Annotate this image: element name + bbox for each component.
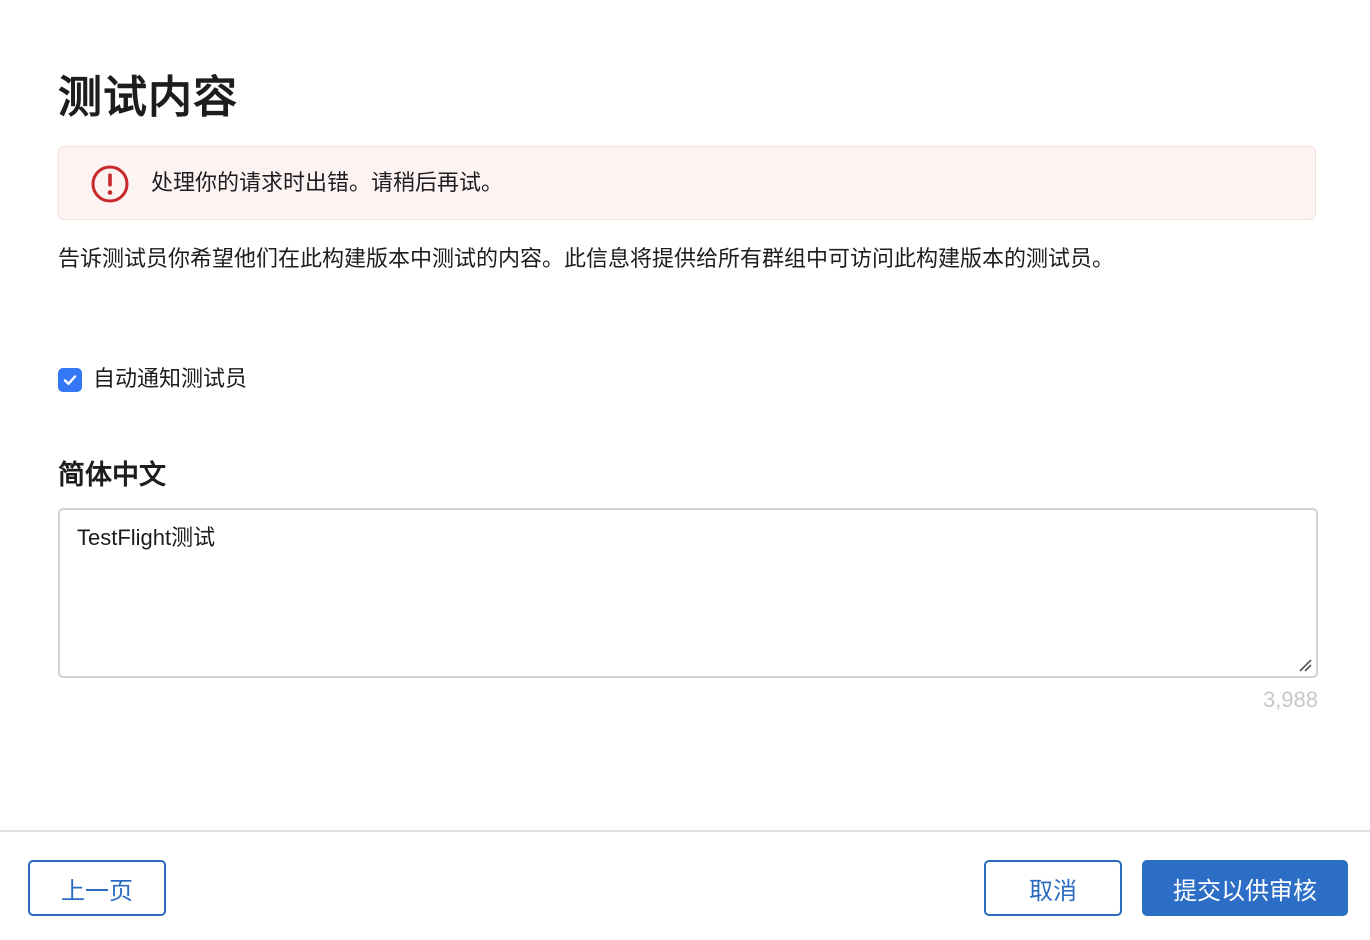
- error-banner: 处理你的请求时出错。请稍后再试。: [58, 146, 1316, 220]
- previous-page-button[interactable]: 上一页: [28, 860, 166, 916]
- footer-divider: [0, 830, 1370, 832]
- notify-testers-row[interactable]: 自动通知测试员: [58, 362, 247, 398]
- notify-testers-label[interactable]: 自动通知测试员: [93, 365, 247, 395]
- checkmark-icon: [63, 375, 77, 385]
- notify-testers-checkbox[interactable]: [58, 368, 82, 392]
- resize-handle-icon[interactable]: [1298, 658, 1312, 672]
- locale-label: 简体中文: [58, 460, 166, 491]
- cancel-button[interactable]: 取消: [984, 860, 1122, 916]
- exclamation-circle-icon: [91, 165, 129, 203]
- submit-for-review-button[interactable]: 提交以供审核: [1142, 860, 1348, 916]
- character-counter: 3,988: [1262, 687, 1318, 712]
- description-text: 告诉测试员你希望他们在此构建版本中测试的内容。此信息将提供给所有群组中可访问此构…: [58, 247, 1115, 272]
- error-message: 处理你的请求时出错。请稍后再试。: [151, 171, 504, 196]
- page-title: 测试内容: [58, 72, 238, 123]
- test-notes-textarea[interactable]: [58, 508, 1318, 678]
- test-details-page: 测试内容 处理你的请求时出错。请稍后再试。 告诉测试员你希望他们在此构建版本中测…: [0, 0, 1370, 940]
